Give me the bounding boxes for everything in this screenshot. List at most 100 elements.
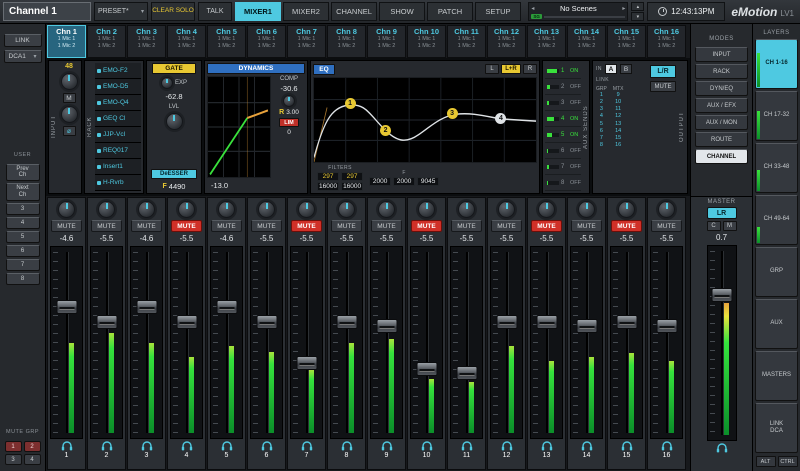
rack-slot[interactable]: GEQ Cl (95, 111, 141, 127)
channel-tab[interactable]: Chn 9 1 Mic 1 1 Mic 2 (367, 25, 406, 58)
master-fader[interactable] (707, 245, 737, 441)
channel-tab[interactable]: Chn 13 1 Mic 1 1 Mic 2 (527, 25, 566, 58)
mode-button[interactable]: RACK (695, 64, 748, 79)
mute-button[interactable]: MUTE (251, 220, 282, 232)
gate-range-knob[interactable] (161, 77, 173, 89)
comp-threshold-knob[interactable] (283, 95, 295, 107)
mute-group-button[interactable]: 4 (24, 454, 41, 465)
pan-knob[interactable] (618, 201, 635, 218)
ctrl-button[interactable]: CTRL (778, 456, 798, 467)
mtx-assign-number[interactable]: 15 (615, 135, 621, 142)
fader-cap[interactable] (216, 300, 237, 314)
fader[interactable] (290, 246, 323, 439)
fader-cap[interactable] (96, 315, 117, 329)
cue-headphone-icon[interactable] (421, 441, 433, 451)
fader-cap[interactable] (336, 315, 357, 329)
fader-cap[interactable] (376, 319, 397, 333)
eq-band-freq-value[interactable]: 2000 (369, 177, 391, 186)
master-lr-button[interactable]: LR (707, 207, 737, 219)
scene-selector[interactable]: ◂ No Scenes ▸ SG (528, 2, 628, 21)
cue-headphone-icon[interactable] (581, 441, 593, 451)
cue-headphone-icon[interactable] (61, 441, 73, 451)
fader-cap[interactable] (496, 315, 517, 329)
mute-button[interactable]: MUTE (171, 220, 202, 232)
eq-band-freq-value[interactable]: 9045 (417, 177, 439, 186)
channel-tab[interactable]: Chn 5 1 Mic 1 1 Mic 2 (207, 25, 246, 58)
channel-tab[interactable]: Chn 12 1 Mic 1 1 Mic 2 (487, 25, 526, 58)
mute-button[interactable]: MUTE (51, 220, 82, 232)
pan-knob[interactable] (298, 201, 315, 218)
mtx-assign-number[interactable]: 11 (615, 106, 621, 113)
mute-button[interactable]: MUTE (331, 220, 362, 232)
pan-knob[interactable] (378, 201, 395, 218)
mute-button[interactable]: MUTE (451, 220, 482, 232)
channel-tab[interactable]: Chn 11 1 Mic 1 1 Mic 2 (447, 25, 486, 58)
fader[interactable] (490, 246, 523, 439)
mtx-assign-number[interactable]: 13 (615, 121, 621, 128)
fader-cap[interactable] (296, 356, 317, 370)
layer-button[interactable]: MASTERS (755, 351, 798, 401)
fader-cap[interactable] (56, 300, 77, 314)
fader-cap[interactable] (176, 315, 197, 329)
mute-button[interactable]: MUTE (291, 220, 322, 232)
fader[interactable] (330, 246, 363, 439)
mute-button[interactable]: MUTE (611, 220, 642, 232)
fader[interactable] (410, 246, 443, 439)
talk-button[interactable]: TALK (198, 2, 232, 21)
hpf-right-value[interactable]: 297 (341, 172, 363, 181)
cue-headphone-icon[interactable] (501, 441, 513, 451)
pan-knob[interactable] (98, 201, 115, 218)
cue-headphone-icon[interactable] (541, 441, 553, 451)
aux-send-row[interactable]: 5 ON (545, 127, 581, 143)
master-mute-button[interactable]: M (723, 221, 737, 231)
grp-assign-number[interactable]: 6 (600, 128, 603, 135)
eq-band-freq-value[interactable]: 2000 (393, 177, 415, 186)
channel-tab[interactable]: Chn 6 1 Mic 1 1 Mic 2 (247, 25, 286, 58)
cue-headphone-icon[interactable] (621, 441, 633, 451)
scene-up-button[interactable]: ▴ (631, 2, 644, 11)
limiter-button[interactable]: LIM (279, 118, 299, 127)
channel-tab[interactable]: Chn 4 1 Mic 1 1 Mic 2 (167, 25, 206, 58)
scene-next-icon[interactable]: ▸ (622, 5, 625, 12)
channel-tab[interactable]: Chn 7 1 Mic 1 1 Mic 2 (287, 25, 326, 58)
cue-headphone-icon[interactable] (101, 441, 113, 451)
grp-assign-number[interactable]: 4 (600, 113, 603, 120)
cue-headphone-icon[interactable] (181, 441, 193, 451)
mode-button[interactable]: AUX / MON (695, 115, 748, 130)
view-tab[interactable]: CHANNEL (331, 2, 377, 21)
preset-menu[interactable]: PRESET* ▾ (94, 2, 148, 21)
layer-button[interactable]: LINK DCA (755, 403, 798, 453)
mute-button[interactable]: MUTE (411, 220, 442, 232)
mute-button[interactable]: MUTE (211, 220, 242, 232)
fader[interactable] (530, 246, 563, 439)
pan-knob[interactable] (418, 201, 435, 218)
hpf-left-value[interactable]: 297 (317, 172, 339, 181)
user-assignable-button[interactable]: Prev Ch (6, 164, 40, 182)
dca-selector[interactable]: DCA1 ▾ (4, 50, 42, 63)
cue-headphone-icon[interactable] (716, 443, 728, 453)
pan-knob[interactable] (58, 201, 75, 218)
eq-header-button[interactable]: EQ (313, 64, 335, 75)
layer-button[interactable]: CH 49-64 (755, 195, 798, 245)
mtx-assign-number[interactable]: 16 (615, 142, 621, 149)
master-fader-cap[interactable] (711, 288, 732, 302)
aux-send-row[interactable]: 2 OFF (545, 79, 581, 95)
cue-headphone-icon[interactable] (661, 441, 673, 451)
layer-button[interactable]: GRP (755, 247, 798, 297)
lr-assign-button[interactable]: L/R (650, 65, 676, 78)
cue-headphone-icon[interactable] (221, 441, 233, 451)
eq-right-button[interactable]: R (523, 64, 537, 74)
scene-prev-icon[interactable]: ◂ (531, 5, 534, 12)
input-a-button[interactable]: A (605, 64, 617, 74)
fader[interactable] (90, 246, 123, 439)
mute-button[interactable]: MUTE (651, 220, 682, 232)
mtx-assign-number[interactable]: 9 (617, 92, 620, 99)
fader-cap[interactable] (136, 300, 157, 314)
channel-tab[interactable]: Chn 15 1 Mic 1 1 Mic 2 (607, 25, 646, 58)
grp-assign-number[interactable]: 5 (600, 121, 603, 128)
fader-cap[interactable] (576, 319, 597, 333)
view-tab[interactable]: SHOW (379, 2, 425, 21)
scene-down-button[interactable]: ▾ (631, 12, 644, 21)
user-assignable-button[interactable]: 4 (6, 217, 40, 229)
output-mute-button[interactable]: MUTE (650, 81, 676, 92)
